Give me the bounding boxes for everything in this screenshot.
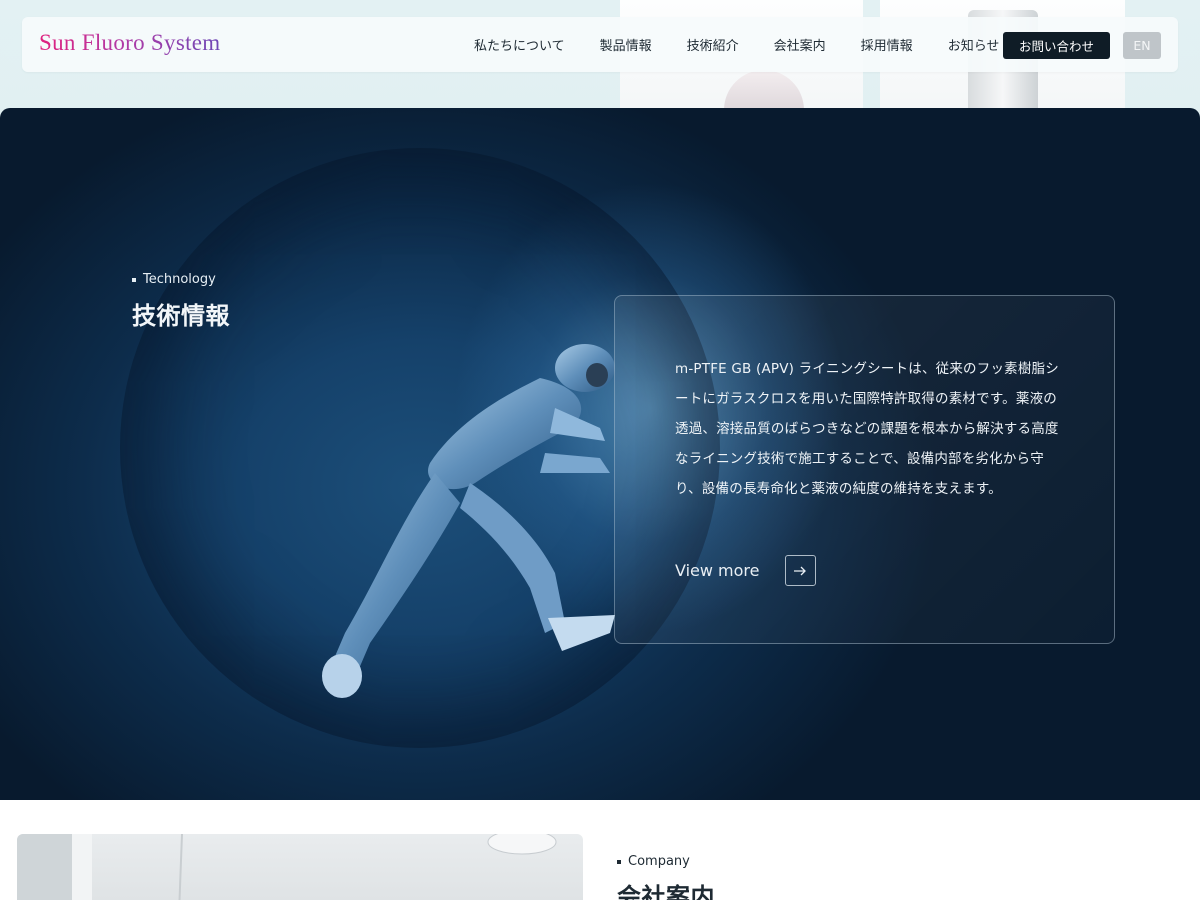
company-label: Company [617, 854, 690, 869]
contact-button[interactable]: お問い合わせ [1003, 32, 1110, 59]
site-logo[interactable]: Sun Fluoro System [39, 30, 220, 56]
technology-label-text: Technology [143, 272, 216, 287]
nav-item-company[interactable]: 会社案内 [774, 35, 826, 54]
main-nav: 私たちについて 製品情報 技術紹介 会社案内 採用情報 お知らせ [474, 17, 1034, 72]
view-more-link[interactable]: View more [675, 555, 816, 586]
bullet-square-icon [132, 277, 136, 282]
company-label-text: Company [628, 854, 690, 869]
site-header: Sun Fluoro System 私たちについて 製品情報 技術紹介 会社案内… [22, 17, 1178, 72]
nav-item-news[interactable]: お知らせ [948, 35, 1000, 54]
nav-item-about[interactable]: 私たちについて [474, 35, 565, 54]
company-title: 会社案内 [617, 883, 715, 900]
view-more-label: View more [675, 561, 760, 580]
nav-item-products[interactable]: 製品情報 [600, 35, 652, 54]
technology-label: Technology [132, 272, 216, 287]
nav-item-technology[interactable]: 技術紹介 [687, 35, 739, 54]
cleanroom-worker-image [322, 344, 615, 698]
technology-section: Technology 技術情報 m-PTFE GB (APV) ライニングシート… [0, 108, 1200, 800]
nav-item-recruit[interactable]: 採用情報 [861, 35, 913, 54]
language-toggle-button[interactable]: EN [1123, 32, 1161, 59]
technology-card: m-PTFE GB (APV) ライニングシートは、従来のフッ素樹脂シートにガラ… [614, 295, 1115, 644]
technology-description: m-PTFE GB (APV) ライニングシートは、従来のフッ素樹脂シートにガラ… [675, 361, 1059, 497]
technology-title: 技術情報 [132, 302, 230, 330]
company-section: Company 会社案内 [0, 800, 1200, 900]
company-image [17, 834, 583, 900]
bullet-square-icon [617, 859, 621, 864]
arrow-right-icon[interactable] [785, 555, 816, 586]
